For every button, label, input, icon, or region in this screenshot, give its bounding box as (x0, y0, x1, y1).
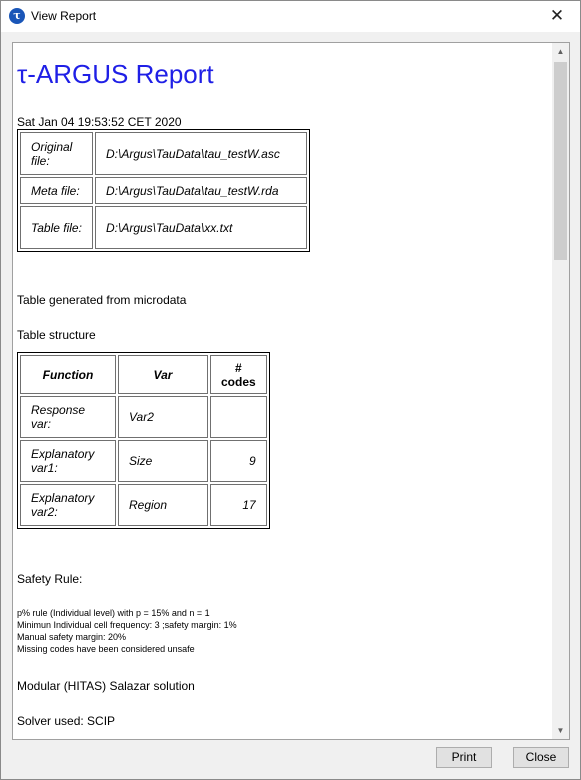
file-value: D:\Argus\TauData\tau_testW.asc (95, 132, 307, 175)
safety-line: Manual safety margin: 20% (17, 632, 127, 642)
file-value: D:\Argus\TauData\xx.txt (95, 206, 307, 249)
scroll-up-arrow-icon[interactable]: ▲ (552, 43, 569, 60)
function-cell: Response var: (20, 396, 116, 438)
table-row: Response var: Var2 (20, 396, 267, 438)
file-label: Original file: (20, 132, 93, 175)
codes-cell: 9 (210, 440, 267, 482)
vertical-scrollbar[interactable]: ▲ ▼ (552, 43, 569, 739)
safety-line: Minimun Individual cell frequency: 3 ;sa… (17, 620, 237, 630)
title-bar[interactable]: τ View Report ✕ (1, 1, 580, 32)
function-cell: Explanatory var1: (20, 440, 116, 482)
print-button[interactable]: Print (436, 747, 492, 768)
scroll-down-arrow-icon[interactable]: ▼ (552, 722, 569, 739)
scroll-thumb[interactable] (554, 62, 567, 260)
column-header: # codes (210, 355, 267, 394)
table-structure: Function Var # codes Response var: Var2 … (17, 352, 270, 529)
table-row: Table file: D:\Argus\TauData\xx.txt (20, 206, 307, 249)
file-label: Table file: (20, 206, 93, 249)
table-row: Original file: D:\Argus\TauData\tau_test… (20, 132, 307, 175)
table-structure-heading: Table structure (17, 328, 96, 342)
var-cell: Var2 (118, 396, 208, 438)
view-report-window: τ View Report ✕ τ-ARGUS Report Sat Jan 0… (0, 0, 581, 780)
table-row: Meta file: D:\Argus\TauData\tau_testW.rd… (20, 177, 307, 204)
solver-text: Solver used: SCIP (17, 714, 116, 728)
file-label: Meta file: (20, 177, 93, 204)
codes-cell (210, 396, 267, 438)
table-header-row: Function Var # codes (20, 355, 267, 394)
safety-rule-heading: Safety Rule: (17, 572, 83, 586)
column-header: Var (118, 355, 208, 394)
var-cell: Region (118, 484, 208, 526)
close-window-icon[interactable]: ✕ (534, 1, 580, 32)
safety-rule-details: p% rule (Individual level) with p = 15% … (17, 607, 237, 655)
report-date: Sat Jan 04 19:53:52 CET 2020 (17, 115, 182, 129)
safety-line: Missing codes have been considered unsaf… (17, 644, 195, 654)
safety-line: p% rule (Individual level) with p = 15% … (17, 608, 210, 618)
table-row: Explanatory var2: Region 17 (20, 484, 267, 526)
window-title: View Report (31, 9, 97, 23)
report-viewer[interactable]: τ-ARGUS Report Sat Jan 04 19:53:52 CET 2… (12, 42, 570, 740)
file-value: D:\Argus\TauData\tau_testW.rda (95, 177, 307, 204)
solution-text: Modular (HITAS) Salazar solution (17, 679, 195, 693)
codes-cell: 17 (210, 484, 267, 526)
report-title: τ-ARGUS Report (17, 59, 214, 89)
function-cell: Explanatory var2: (20, 484, 116, 526)
var-cell: Size (118, 440, 208, 482)
tau-argus-app-icon: τ (9, 8, 25, 24)
generated-from-text: Table generated from microdata (17, 293, 187, 307)
column-header: Function (20, 355, 116, 394)
files-table: Original file: D:\Argus\TauData\tau_test… (17, 129, 310, 252)
table-row: Explanatory var1: Size 9 (20, 440, 267, 482)
close-button[interactable]: Close (513, 747, 569, 768)
